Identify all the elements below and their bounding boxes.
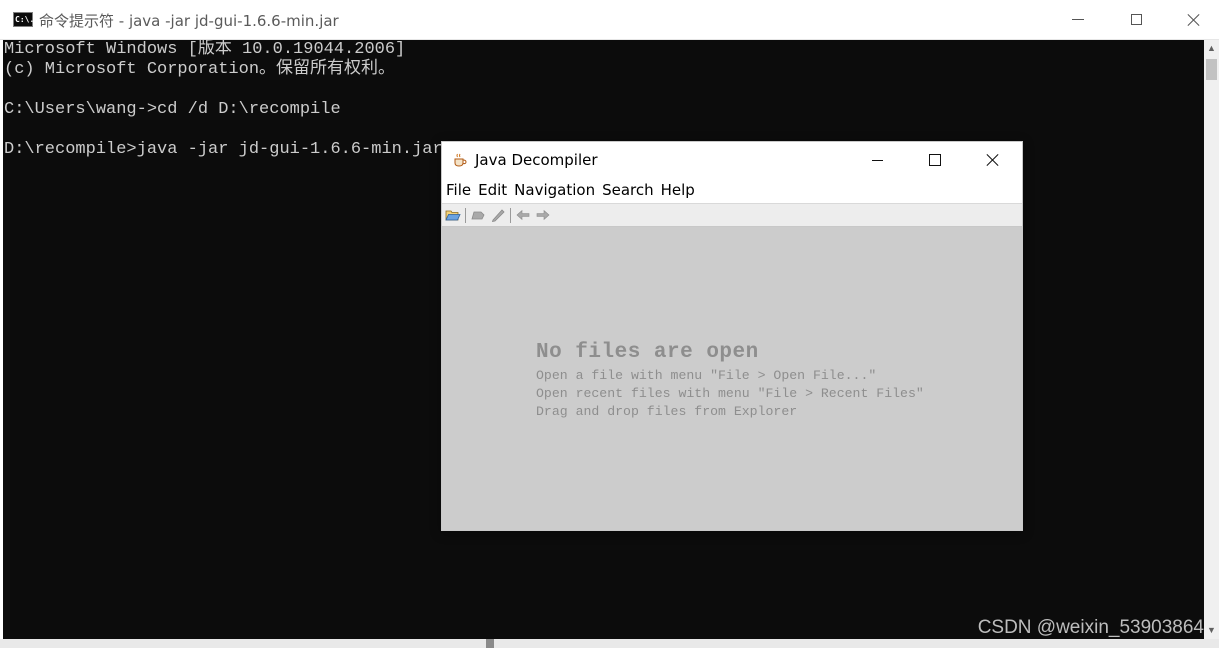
console-maximize-button[interactable]	[1107, 0, 1165, 39]
back-button[interactable]	[514, 206, 532, 224]
jd-titlebar[interactable]: Java Decompiler	[442, 142, 1022, 178]
toolbar-separator	[465, 208, 466, 223]
console-minimize-button[interactable]	[1049, 0, 1107, 39]
jd-toolbar	[442, 203, 1022, 227]
maximize-icon	[929, 154, 941, 166]
close-icon	[1187, 13, 1201, 27]
forward-button[interactable]	[534, 206, 552, 224]
jd-minimize-button[interactable]	[848, 142, 906, 178]
search-button[interactable]	[489, 206, 507, 224]
background-window-marker	[486, 639, 494, 648]
console-line: D:\recompile>java -jar jd-gui-1.6.6-min.…	[4, 140, 443, 159]
minimize-icon	[1072, 19, 1084, 20]
empty-state-hint: Open a file with menu "File > Open File.…	[536, 368, 877, 383]
console-close-button[interactable]	[1165, 0, 1219, 39]
menu-navigation[interactable]: Navigation	[511, 178, 598, 203]
console-vertical-scrollbar[interactable]: ▲ ▼	[1204, 40, 1219, 639]
jd-menubar: File Edit Navigation Search Help	[442, 178, 1022, 203]
jd-window-title: Java Decompiler	[475, 151, 598, 169]
jd-maximize-button[interactable]	[906, 142, 964, 178]
console-line: (c) Microsoft Corporation。保留所有权利。	[4, 60, 396, 79]
empty-state-hint: Open recent files with menu "File > Rece…	[536, 386, 924, 401]
coffee-cup-icon	[454, 153, 467, 167]
open-type-button[interactable]	[469, 206, 487, 224]
java-decompiler-window: Java Decompiler File Edit Navigation Sea…	[441, 141, 1023, 531]
menu-file[interactable]: File	[443, 178, 474, 203]
empty-state-hint: Drag and drop files from Explorer	[536, 404, 798, 419]
scroll-down-arrow-icon[interactable]: ▼	[1204, 622, 1219, 639]
menu-search[interactable]: Search	[599, 178, 657, 203]
empty-state-title: No files are open	[536, 341, 759, 364]
jd-close-button[interactable]	[964, 142, 1022, 178]
console-titlebar[interactable]: C:\. 命令提示符 - java -jar jd-gui-1.6.6-min.…	[0, 0, 1219, 40]
menu-edit[interactable]: Edit	[475, 178, 510, 203]
close-icon	[986, 153, 1000, 167]
open-file-button[interactable]	[444, 206, 462, 224]
toolbar-separator	[510, 208, 511, 223]
maximize-icon	[1130, 14, 1142, 25]
scroll-up-arrow-icon[interactable]: ▲	[1204, 40, 1219, 57]
console-window-title: 命令提示符 - java -jar jd-gui-1.6.6-min.jar	[39, 12, 339, 30]
background-window-strip	[0, 639, 1219, 648]
menu-help[interactable]: Help	[658, 178, 698, 203]
open-type-icon	[471, 211, 485, 220]
open-folder-icon	[445, 210, 461, 221]
back-arrow-icon	[516, 209, 530, 221]
minimize-icon	[871, 159, 883, 161]
search-pencil-icon	[491, 209, 505, 222]
forward-arrow-icon	[536, 209, 550, 221]
console-line: C:\Users\wang->cd /d D:\recompile	[4, 100, 341, 119]
cmd-icon: C:\.	[13, 12, 34, 27]
jd-empty-content-area[interactable]: No files are open Open a file with menu …	[442, 227, 1022, 530]
watermark-text: CSDN @weixin_53903864	[977, 617, 1204, 638]
scrollbar-thumb[interactable]	[1206, 59, 1217, 80]
console-line: Microsoft Windows [版本 10.0.19044.2006]	[4, 40, 406, 59]
